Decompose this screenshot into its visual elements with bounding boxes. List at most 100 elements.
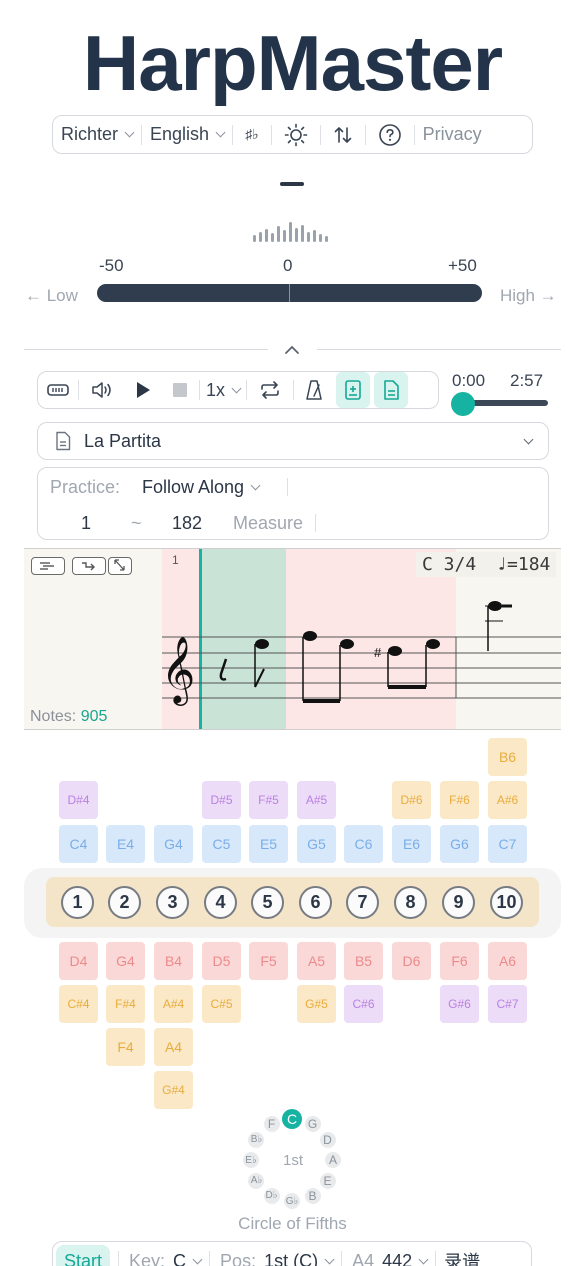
loop-button[interactable] [247, 372, 293, 408]
add-score-button[interactable] [334, 372, 372, 408]
scale-max: +50 [448, 256, 477, 275]
hole-6[interactable]: 6 [299, 886, 332, 919]
key-C[interactable]: C [282, 1109, 302, 1129]
hole-5[interactable]: 5 [251, 886, 284, 919]
note-draw[interactable]: D6 [392, 942, 431, 980]
tuning-select[interactable]: Richter [53, 116, 141, 153]
note-blow[interactable]: C5 [202, 825, 241, 863]
sharp-flat-toggle[interactable]: ♯♭ [233, 116, 271, 153]
harmonica-view-button[interactable] [38, 372, 78, 408]
hole-4[interactable]: 4 [204, 886, 237, 919]
key-B[interactable]: B [304, 1187, 321, 1204]
note-bends1[interactable]: C#6 [344, 985, 383, 1023]
start-button[interactable]: Start [56, 1244, 111, 1266]
note-bends1[interactable]: G#6 [440, 985, 479, 1023]
stop-button[interactable] [161, 372, 199, 408]
circle-of-fifths-label: Circle of Fifths [238, 1214, 347, 1233]
note-blow_top[interactable]: A#6 [488, 781, 527, 819]
top-toolbar: Richter English ♯♭ Privacy [52, 115, 533, 154]
key-D♭[interactable]: D♭ [263, 1187, 280, 1204]
time-total: 2:57 [510, 371, 544, 390]
hole-3[interactable]: 3 [156, 886, 189, 919]
note-bends1[interactable]: A#4 [154, 985, 193, 1023]
note-blow[interactable]: C7 [488, 825, 527, 863]
note-draw[interactable]: B4 [154, 942, 193, 980]
position-select[interactable]: 1st (C) [264, 1251, 318, 1266]
note-draw[interactable]: F6 [440, 942, 479, 980]
note-draw[interactable]: A6 [488, 942, 527, 980]
hole-1[interactable]: 1 [61, 886, 94, 919]
measure-label: Measure [233, 513, 304, 533]
hole-7[interactable]: 7 [346, 886, 379, 919]
key-G♭[interactable]: G♭ [284, 1193, 300, 1209]
note-bends1[interactable]: C#4 [59, 985, 98, 1023]
note-blow[interactable]: E5 [249, 825, 288, 863]
note-bends1[interactable]: C#7 [488, 985, 527, 1023]
note-bends1[interactable]: G#5 [297, 985, 336, 1023]
note-blow[interactable]: C4 [59, 825, 98, 863]
chevron-up-icon[interactable] [284, 344, 300, 356]
note-draw[interactable]: D4 [59, 942, 98, 980]
a4-select[interactable]: 442 [382, 1251, 412, 1266]
note-bends2[interactable]: F4 [106, 1028, 145, 1066]
score-view[interactable]: 1 C 3/4 ♩=184 𝄞 # Notes: 905 [24, 548, 561, 730]
hole-2[interactable]: 2 [108, 886, 141, 919]
key-select[interactable]: C [173, 1251, 186, 1266]
hole-8[interactable]: 8 [394, 886, 427, 919]
hole-10[interactable]: 10 [490, 886, 523, 919]
note-draw[interactable]: D5 [202, 942, 241, 980]
theme-toggle[interactable] [272, 116, 320, 153]
low-label: ← Low [25, 286, 78, 305]
progress-slider-thumb[interactable] [451, 392, 475, 416]
note-blow[interactable]: E4 [106, 825, 145, 863]
note-bends1[interactable]: F#4 [106, 985, 145, 1023]
key-A♭[interactable]: A♭ [248, 1172, 265, 1189]
key-B♭[interactable]: B♭ [248, 1131, 265, 1148]
note-blow[interactable]: E6 [392, 825, 431, 863]
score-sheet-button[interactable] [372, 372, 410, 408]
language-select[interactable]: English [142, 116, 232, 153]
speed-select[interactable]: 1x [200, 372, 246, 408]
volume-button[interactable] [79, 372, 125, 408]
key-A[interactable]: A [325, 1152, 341, 1168]
book-plus-icon [345, 380, 361, 400]
measure-to-input[interactable]: 182 [172, 513, 202, 534]
note-blow_top[interactable]: F#6 [440, 781, 479, 819]
note-draw[interactable]: B5 [344, 942, 383, 980]
hole-9[interactable]: 9 [442, 886, 475, 919]
note-blow_top[interactable]: D#6 [392, 781, 431, 819]
help-button[interactable] [366, 116, 414, 153]
note-blow_top[interactable]: D#5 [202, 781, 241, 819]
note-blow_top[interactable]: A#5 [297, 781, 336, 819]
note-blow[interactable]: C6 [344, 825, 383, 863]
privacy-link[interactable]: Privacy [415, 116, 490, 153]
document-icon [56, 431, 71, 451]
note-bends3[interactable]: G#4 [154, 1071, 193, 1109]
key-F[interactable]: F [263, 1116, 280, 1133]
note-draw[interactable]: F5 [249, 942, 288, 980]
sort-toggle[interactable] [321, 116, 365, 153]
note-blow[interactable]: G5 [297, 825, 336, 863]
key-G[interactable]: G [304, 1116, 321, 1133]
metronome-button[interactable] [294, 372, 334, 408]
note-blow_top[interactable]: F#5 [249, 781, 288, 819]
note-blow[interactable]: G4 [154, 825, 193, 863]
position-label: Pos: [220, 1250, 257, 1266]
practice-mode-select[interactable]: Follow Along [142, 477, 261, 498]
key-E♭[interactable]: E♭ [243, 1152, 259, 1168]
record-score-button[interactable]: 录谱 [444, 1248, 480, 1266]
note-bends2[interactable]: A4 [154, 1028, 193, 1066]
play-button[interactable] [125, 372, 161, 408]
key-E[interactable]: E [319, 1172, 336, 1189]
divider [317, 349, 561, 350]
note-blow[interactable]: G6 [440, 825, 479, 863]
note-draw[interactable]: A5 [297, 942, 336, 980]
key-D[interactable]: D [319, 1131, 336, 1148]
note-blow_top[interactable]: B6 [488, 738, 527, 776]
note-blow_top[interactable]: D#4 [59, 781, 98, 819]
note-draw[interactable]: G4 [106, 942, 145, 980]
pitch-meter-center [289, 284, 290, 302]
note-bends1[interactable]: C#5 [202, 985, 241, 1023]
measure-from-input[interactable]: 1 [81, 513, 91, 534]
song-select[interactable]: La Partita [37, 422, 549, 460]
